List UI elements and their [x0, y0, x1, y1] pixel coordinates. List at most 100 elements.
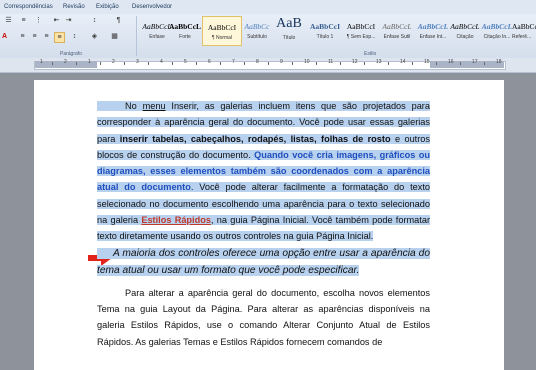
- style-name: ¶ Normal: [211, 35, 233, 41]
- ruler-number: 8: [256, 59, 259, 65]
- ruler-tick: [460, 62, 461, 65]
- decrease-indent-icon[interactable]: ⇤: [52, 16, 61, 25]
- style-name: Referê...: [512, 34, 532, 40]
- styles-group-label: Estilo: [364, 51, 377, 57]
- ruler-number: 7: [232, 59, 235, 65]
- ruler-right-margin: [430, 61, 504, 68]
- style-name: Citação In...: [483, 34, 511, 40]
- ruler-number: 12: [352, 59, 358, 65]
- numbering-icon[interactable]: ≡: [19, 16, 28, 25]
- ruler-tick: [364, 62, 365, 65]
- borders-icon[interactable]: ▦: [110, 32, 119, 41]
- justify-icon[interactable]: ≡: [54, 32, 65, 43]
- ruler-tick: [100, 62, 101, 65]
- ruler-number: 9: [280, 59, 283, 65]
- text-run: No: [125, 101, 143, 111]
- menu-word: menu: [142, 101, 166, 111]
- tab-desenvolvedor[interactable]: Desenvolvedor: [132, 4, 172, 10]
- style-sem-espacamento[interactable]: AaBbCcI ¶ Sem Esp...: [342, 16, 380, 46]
- ribbon: ☰ ≡ ⋮ ⇤ ⇥ ↕ ¶ A ≡ ≡ ≡ ≡ ↕ ◈ ▦ Parágrafo …: [0, 14, 536, 59]
- style-preview: AaBbCcL: [481, 22, 513, 31]
- ruler-tick: [148, 62, 149, 65]
- paragraph-2[interactable]: A maioria dos controles oferece uma opçã…: [97, 245, 430, 279]
- style-preview: AaB: [276, 16, 302, 31]
- selected-italic-text: A maioria dos controles oferece uma opçã…: [97, 247, 430, 276]
- bold-run: inserir tabelas, cabeçalhos, rodapés, li…: [119, 133, 391, 144]
- ruler-tick: [220, 62, 221, 65]
- font-color-icon[interactable]: A: [0, 32, 9, 41]
- style-referencia[interactable]: AaBbCc Referê...: [512, 16, 536, 46]
- align-center-icon[interactable]: ≡: [30, 32, 39, 41]
- paragraph-group-label: Parágrafo: [60, 51, 82, 57]
- ruler-tick: [436, 62, 437, 65]
- style-name: Ênfase Sutil: [383, 34, 411, 40]
- ruler-number: 15: [424, 59, 430, 65]
- style-preview: AaBbCcL: [168, 22, 202, 31]
- text-run: Para alterar a aparência geral do docume…: [97, 287, 430, 347]
- align-right-icon[interactable]: ≡: [42, 32, 51, 41]
- ribbon-tab-strip: Correspondências Revisão Exibição Desenv…: [0, 0, 536, 14]
- style-name: Título 1: [316, 34, 334, 40]
- document-body[interactable]: No menu Inserir, as galerias incluem ite…: [97, 98, 431, 350]
- shading-icon[interactable]: ◈: [90, 32, 99, 41]
- document-page[interactable]: No menu Inserir, as galerias incluem ite…: [34, 80, 504, 370]
- style-preview: AaBbCcI: [309, 22, 340, 31]
- multilevel-list-icon[interactable]: ⋮: [34, 16, 43, 25]
- style-name: ¶ Sem Esp...: [346, 34, 376, 40]
- ruler-tick: [196, 62, 197, 65]
- style-forte[interactable]: AaBbCcL Forte: [166, 16, 204, 46]
- ruler-number: 11: [328, 59, 334, 65]
- ruler-number: 2: [112, 59, 115, 65]
- ruler-number: 18: [496, 59, 502, 65]
- style-preview: AaBbCcI: [346, 22, 376, 31]
- style-enfase-sutil[interactable]: AaBbCcL Ênfase Sutil: [378, 16, 416, 46]
- ruler-tick: [388, 62, 389, 65]
- paragraph-3[interactable]: Para alterar a aparência geral do docume…: [97, 285, 430, 350]
- tab-revisao[interactable]: Revisão: [63, 4, 85, 10]
- ruler-number: 6: [208, 59, 211, 65]
- red-link-run: Estilos Rápidos: [141, 215, 211, 226]
- ruler-tick: [172, 62, 173, 65]
- ruler-tick: [412, 62, 413, 65]
- ruler-tick: [316, 62, 317, 65]
- paragraph-1[interactable]: No menu Inserir, as galerias incluem ite…: [97, 98, 431, 245]
- tab-correspondencias[interactable]: Correspondências: [4, 4, 53, 10]
- ruler-tick: [268, 62, 269, 65]
- style-preview: AaBbCc: [512, 22, 536, 31]
- style-titulo-1[interactable]: AaBbCcI Título 1: [306, 16, 344, 46]
- group-separator: [136, 16, 137, 56]
- style-name: Forte: [179, 34, 191, 40]
- ruler-number: 3: [136, 59, 139, 65]
- ruler-number: 16: [448, 59, 454, 65]
- ruler-tick: [124, 62, 125, 65]
- align-left-icon[interactable]: ≡: [18, 32, 27, 41]
- tab-exibicao[interactable]: Exibição: [96, 4, 119, 10]
- ruler-number: 4: [160, 59, 163, 65]
- ruler-tick: [244, 62, 245, 65]
- selected-text: No menu Inserir, as galerias incluem ite…: [97, 101, 431, 242]
- sort-icon[interactable]: ↕: [90, 16, 99, 25]
- style-name: Título: [282, 35, 296, 41]
- style-titulo[interactable]: AaB Título: [270, 16, 308, 46]
- ruler-tick: [484, 62, 485, 65]
- increase-indent-icon[interactable]: ⇥: [64, 16, 73, 25]
- bullets-icon[interactable]: ☰: [4, 16, 13, 25]
- style-citacao-intensa[interactable]: AaBbCcL Citação In...: [478, 16, 516, 46]
- ruler-number: 5: [184, 59, 187, 65]
- line-spacing-icon[interactable]: ↕: [70, 32, 79, 41]
- ruler-number: 1: [40, 59, 43, 65]
- ruler-tick: [292, 62, 293, 65]
- ruler-number: 1: [88, 59, 91, 65]
- ruler-number: 17: [472, 59, 478, 65]
- style-preview: AaBbCcL: [382, 22, 412, 31]
- ruler-number: 14: [400, 59, 406, 65]
- ruler-tick: [52, 62, 53, 65]
- paragraph-group: ☰ ≡ ⋮ ⇤ ⇥ ↕ ¶ A ≡ ≡ ≡ ≡ ↕ ◈ ▦ Parágrafo: [0, 14, 138, 58]
- pilcrow-icon[interactable]: ¶: [114, 16, 123, 25]
- ruler-number: 10: [304, 59, 310, 65]
- style-normal[interactable]: AaBbCcI ¶ Normal: [202, 16, 242, 46]
- style-preview: AaBbCcI: [207, 23, 237, 32]
- ruler-number: 13: [376, 59, 382, 65]
- horizontal-ruler[interactable]: 1 2 1 2 3 4 5 6 7 8 9 10 11 12 13 14 15 16 17 18: [0, 58, 536, 73]
- ruler-tick: [76, 62, 77, 65]
